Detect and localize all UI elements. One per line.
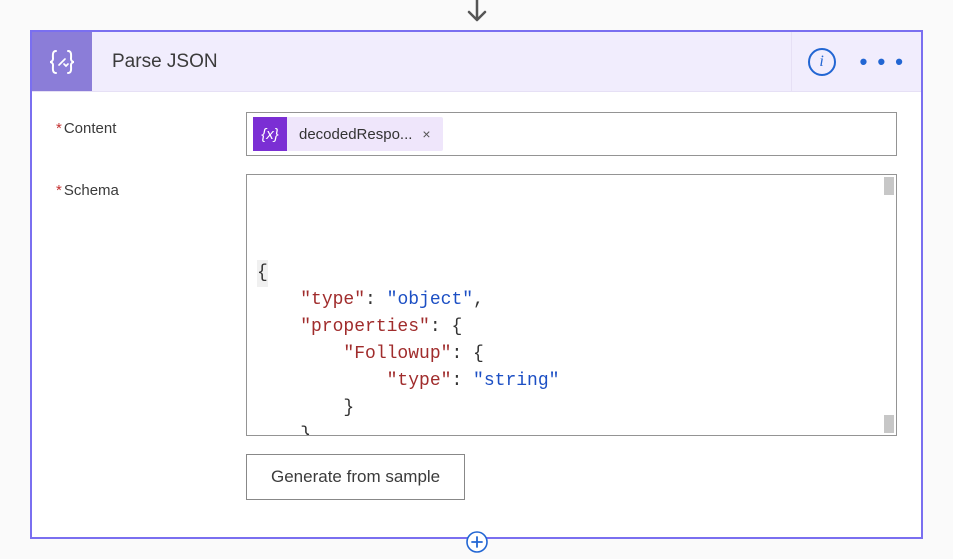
- add-step-icon[interactable]: [465, 530, 489, 559]
- variable-icon: {x}: [253, 117, 287, 151]
- token-remove-icon[interactable]: ×: [422, 126, 430, 142]
- more-menu-icon[interactable]: • • •: [860, 49, 905, 75]
- generate-from-sample-button[interactable]: Generate from sample: [246, 454, 465, 500]
- card-body: *Content {x} decodedRespo... × *Schema: [32, 92, 921, 537]
- schema-editor[interactable]: { "type": "object", "properties": { "Fol…: [246, 174, 897, 436]
- scrollbar-bottom-icon[interactable]: [884, 415, 894, 433]
- schema-label: *Schema: [56, 174, 246, 199]
- info-icon[interactable]: i: [808, 48, 836, 76]
- token-label: decodedRespo...: [287, 126, 422, 143]
- incoming-arrow-icon: [464, 0, 490, 33]
- parse-json-icon: [32, 32, 92, 91]
- header-actions: i • • •: [792, 32, 921, 91]
- content-token[interactable]: {x} decodedRespo... ×: [253, 117, 443, 151]
- parse-json-card: Parse JSON i • • • *Content {x} decodedR…: [30, 30, 923, 539]
- content-label: *Content: [56, 112, 246, 137]
- card-title[interactable]: Parse JSON: [92, 32, 792, 91]
- content-row: *Content {x} decodedRespo... ×: [56, 112, 897, 156]
- scrollbar-top-icon[interactable]: [884, 177, 894, 195]
- content-input[interactable]: {x} decodedRespo... ×: [246, 112, 897, 156]
- card-header[interactable]: Parse JSON i • • •: [32, 32, 921, 92]
- schema-row: *Schema { "type": "object", "properties"…: [56, 174, 897, 436]
